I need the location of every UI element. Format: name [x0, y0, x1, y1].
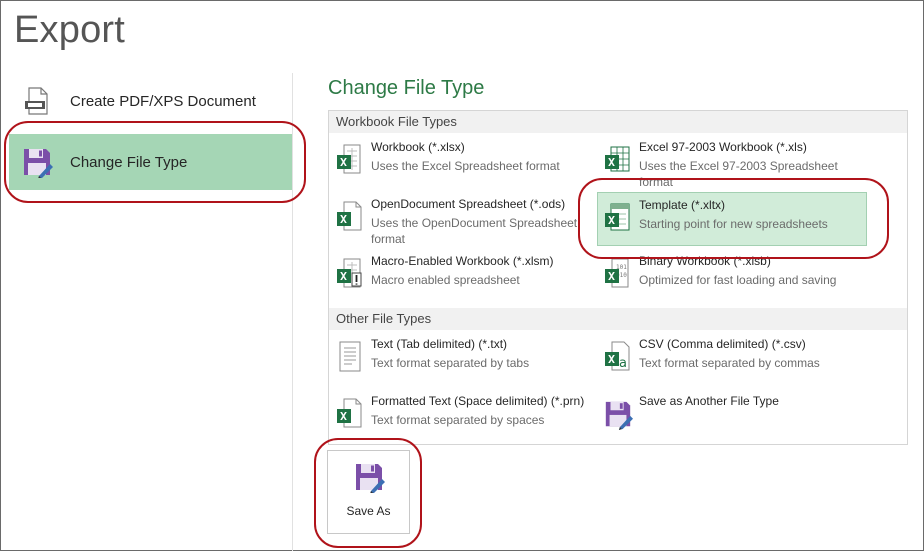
file-type-description: Text format separated by spaces	[371, 413, 545, 427]
file-type-name: Template (*.xltx)	[639, 198, 726, 212]
section-title: Change File Type	[328, 77, 485, 99]
file-type-excel-97-2003-xls[interactable]: Excel 97-2003 Workbook (*.xls) Uses the …	[598, 135, 863, 189]
svg-text:a: a	[619, 356, 627, 371]
file-type-description: Uses the Excel 97-2003 Spreadsheet forma…	[639, 159, 838, 189]
file-type-description: Macro enabled spreadsheet	[371, 273, 520, 287]
nav-item-create-pdf-xps[interactable]: Create PDF/XPS Document	[9, 73, 292, 129]
file-type-name: Excel 97-2003 Workbook (*.xls)	[639, 140, 807, 154]
group-header-workbook-file-types: Workbook File Types	[329, 111, 907, 133]
excel-97-workbook-icon	[603, 143, 633, 177]
file-type-name: Workbook (*.xlsx)	[371, 140, 465, 154]
file-type-text-tab-delimited-txt[interactable]: Text (Tab delimited) (*.txt) Text format…	[330, 332, 595, 384]
formatted-text-file-icon	[335, 397, 365, 431]
file-type-name: Binary Workbook (*.xlsb)	[639, 254, 771, 268]
group-header-other-file-types: Other File Types	[329, 308, 907, 330]
file-type-workbook-xlsx[interactable]: Workbook (*.xlsx) Uses the Excel Spreads…	[330, 135, 595, 187]
file-type-macro-enabled-xlsm[interactable]: Macro-Enabled Workbook (*.xlsm) Macro en…	[330, 249, 595, 301]
pdf-document-icon	[21, 85, 53, 117]
floppy-save-icon	[21, 146, 53, 178]
file-type-name: CSV (Comma delimited) (*.csv)	[639, 337, 806, 351]
file-type-save-as-another[interactable]: Save as Another File Type	[598, 389, 863, 441]
file-type-binary-xlsb[interactable]: 101 010 Binary Workbook (*.xlsb) Optimiz…	[598, 249, 863, 301]
text-file-icon	[335, 340, 365, 374]
file-type-description: Text format separated by commas	[639, 356, 820, 370]
floppy-save-icon	[603, 397, 633, 431]
file-type-description: Uses the OpenDocument Spreadsheet format	[371, 216, 578, 246]
nav-divider	[292, 73, 293, 551]
opendocument-spreadsheet-icon	[335, 200, 365, 234]
file-type-name: OpenDocument Spreadsheet (*.ods)	[371, 197, 566, 211]
file-type-description: Text format separated by tabs	[371, 356, 530, 370]
export-window: Export Create PDF/XPS Document Change Fi…	[0, 0, 924, 551]
csv-file-icon: a	[603, 340, 633, 374]
file-type-name: Formatted Text (Space delimited) (*.prn)	[371, 394, 585, 408]
file-type-description: Optimized for fast loading and saving	[639, 273, 837, 287]
file-type-name: Macro-Enabled Workbook (*.xlsm)	[371, 254, 554, 268]
excel-binary-workbook-icon: 101 010	[603, 257, 633, 291]
nav-item-change-file-type[interactable]: Change File Type	[9, 134, 292, 190]
excel-workbook-icon	[335, 143, 365, 177]
excel-macro-workbook-icon	[335, 257, 365, 291]
floppy-save-icon	[353, 461, 385, 493]
save-as-label: Save As	[346, 504, 391, 518]
nav-item-label: Change File Type	[70, 153, 188, 171]
file-type-template-xltx[interactable]: Template (*.xltx) Starting point for new…	[597, 192, 867, 246]
file-type-name: Save as Another File Type	[639, 394, 779, 408]
file-type-opendocument-ods[interactable]: OpenDocument Spreadsheet (*.ods) Uses th…	[330, 192, 595, 248]
excel-template-icon	[603, 201, 633, 235]
page-title: Export	[14, 9, 126, 51]
save-as-button[interactable]: Save As	[327, 450, 410, 534]
file-type-formatted-text-prn[interactable]: Formatted Text (Space delimited) (*.prn)…	[330, 389, 595, 441]
nav-item-label: Create PDF/XPS Document	[70, 92, 256, 110]
file-type-name: Text (Tab delimited) (*.txt)	[371, 337, 508, 351]
file-type-csv-comma-delimited[interactable]: a CSV (Comma delimited) (*.csv) Text for…	[598, 332, 863, 384]
file-type-description: Uses the Excel Spreadsheet format	[371, 159, 560, 173]
file-type-description: Starting point for new spreadsheets	[639, 217, 828, 231]
